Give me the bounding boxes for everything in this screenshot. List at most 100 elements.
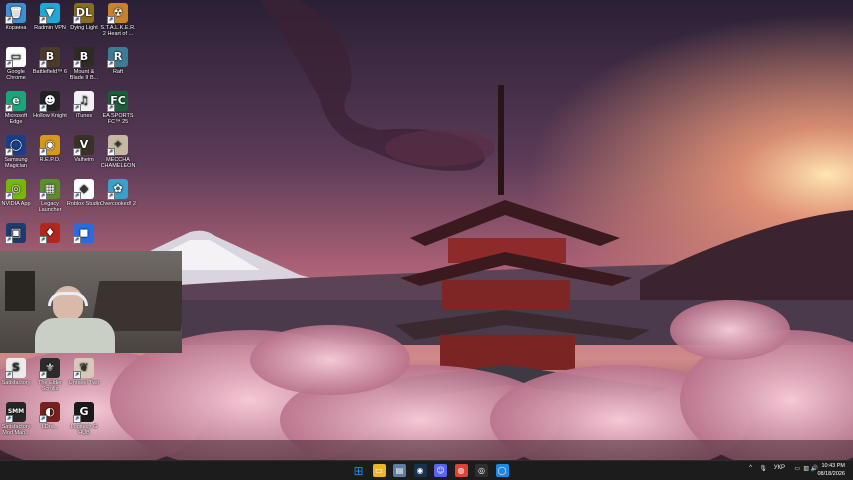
desktop-icon-label: S.T.A.L.K.E.R. 2 Heart of ... [100,25,136,37]
desktop-icon-label: NVIDIA App [1,201,31,207]
samsung-magician-icon: ◯ ↗ [5,135,26,156]
desktop-icon[interactable]: ✿ ↗ Overcooked! 2 [100,179,136,207]
desktop-icon-label: The Elder Scrolls [38,380,62,392]
network-icon[interactable]: ▥ [803,465,809,472]
desktop-icon[interactable]: ❦ ↗ Unravel Two [66,358,102,386]
desktop-icon-label: Satisfactory Mod Man... [1,424,31,436]
desktop-icon-label: Roblox Studio [66,201,102,207]
desktop-icon-label: Legacy Launcher [38,201,62,213]
desktop-icon[interactable]: ♫ ↗ iTunes [66,91,102,119]
desktop-icon-label: Google Chrome [6,69,26,81]
mount-blade-icon: B ↗ [73,47,94,68]
edge-icon: e ↗ [5,91,26,112]
desktop-icon[interactable]: ▣ ↗ [0,223,34,245]
tray-overflow-chevron[interactable]: ^ [749,465,752,471]
folder-icon: ▭ [375,466,383,475]
desktop-icon[interactable]: ◉ ↗ R.E.P.O. [32,135,68,163]
overcooked-icon: ✿ ↗ [107,179,128,200]
desktop-icon[interactable]: ▼ ↗ Radmin VPN [32,3,68,31]
shortcut-arrow-icon: ↗ [39,104,47,112]
microphone-icon[interactable]: 🎙 [759,465,767,472]
file-explorer-button[interactable]: ▭ [372,464,386,477]
legacy-launcher-icon: ▦ ↗ [39,179,60,200]
steam-button[interactable]: ◉ [413,464,427,477]
shortcut-arrow-icon: ↗ [107,60,115,68]
notepad-button[interactable]: ▤ [393,464,406,477]
satisfactory-icon: S ↗ [5,358,26,379]
notepad-icon: ▤ [395,466,404,475]
desktop-icon[interactable]: ◐ ↗ LDra... [32,402,68,430]
desktop-icon-label: MECCHA CHAMELEON [100,157,136,169]
desktop-icon-label: R.E.P.O. [39,157,61,163]
shortcut-arrow-icon: ↗ [39,371,47,379]
desktop-icon-label: Overcooked! 2 [100,201,136,207]
nvidia-icon: ◎ ↗ [5,179,26,200]
unravel-two-icon: ❦ ↗ [73,358,94,379]
meccha-chameleon-icon: ✦ ↗ [107,135,128,156]
desktop-icon[interactable]: ✦ ↗ MECCHA CHAMELEON [100,135,136,169]
clock[interactable]: 10:43 PM 08/18/2026 [817,463,845,478]
desktop-icon[interactable]: S ↗ Satisfactory [0,358,34,386]
desktop-icon[interactable]: ▦ ↗ Legacy Launcher [32,179,68,213]
desktop-icon[interactable]: e ↗ Microsoft Edge [0,91,34,125]
desktop-icon[interactable]: ◼ ↗ [66,223,102,245]
desktop-icon[interactable]: SMM ↗ Satisfactory Mod Man... [0,402,34,436]
taskbar: ⊞ ▭ ▤ ◉ ☺ ◍ ◎ ◯ ^ 🎙 УКР ▭ ▥ 🔊 10:43 PM 08/18/20… [0,460,853,480]
desktop-icon[interactable]: ◎ ↗ NVIDIA App [0,179,34,207]
desktop-icon[interactable]: ☻ ↗ Hollow Knight [32,91,68,119]
raft-icon: R ↗ [107,47,128,68]
monitor-app-icon: ▣ ↗ [5,223,26,244]
shelf [5,271,35,311]
desktop-icon-label: Samsung Magician [4,157,28,169]
desktop-icon[interactable]: ◯ ↗ Samsung Magician [0,135,34,169]
shortcut-arrow-icon: ↗ [5,415,13,423]
shortcut-arrow-icon: ↗ [5,371,13,379]
browser-badge-button[interactable]: ◯ [495,464,509,477]
repo-icon: ◉ ↗ [39,135,60,156]
steam-icon: ◉ [416,466,424,475]
shortcut-arrow-icon: ↗ [73,192,81,200]
stalker-icon: ☢ ↗ [107,3,128,24]
webcam-overlay [0,251,182,353]
dying-light-icon: DL ↗ [73,3,94,24]
shortcut-arrow-icon: ↗ [5,16,13,24]
desktop-icon[interactable]: DL ↗ Dying Light [66,3,102,31]
desktop-icon[interactable]: ☢ ↗ S.T.A.L.K.E.R. 2 Heart of ... [100,3,136,37]
shield-game-icon: ♦ ↗ [39,223,60,244]
shortcut-arrow-icon: ↗ [73,60,81,68]
shortcut-arrow-icon: ↗ [5,148,13,156]
shortcut-arrow-icon: ↗ [73,16,81,24]
display-icon[interactable]: ▭ [794,465,800,472]
desktop-icon[interactable]: B ↗ Battlefield™ 6 [32,47,68,75]
desktop-icon-label: Raft [112,69,124,75]
shortcut-arrow-icon: ↗ [5,60,13,68]
desktop-icon[interactable]: ⚜ ↗ The Elder Scrolls [32,358,68,392]
discord-button[interactable]: ☺ [434,464,447,477]
desktop-icon[interactable]: ♦ ↗ [32,223,68,245]
desktop-icon[interactable]: G ↗ Logitech G HUB [66,402,102,436]
roblox-icon: ◼ ↗ [73,223,94,244]
desktop-icon[interactable]: R ↗ Raft [100,47,136,75]
desktop-icon[interactable]: ◆ ↗ Roblox Studio [66,179,102,207]
valheim-icon: V ↗ [73,135,94,156]
shortcut-arrow-icon: ↗ [39,192,47,200]
chrome-button[interactable]: ◍ [454,464,468,477]
desktop-icon[interactable]: V ↗ Valheim [66,135,102,163]
battlefield-icon: B ↗ [39,47,60,68]
shortcut-arrow-icon: ↗ [39,60,47,68]
desktop-icon[interactable]: ▭ ↗ Google Chrome [0,47,34,81]
ldra-icon: ◐ ↗ [39,402,60,423]
itunes-icon: ♫ ↗ [73,91,94,112]
obs-button[interactable]: ◎ [475,464,488,477]
desktop-icon[interactable]: FC ↗ EA SPORTS FC™ 25 [100,91,136,125]
shortcut-arrow-icon: ↗ [73,371,81,379]
desktop-icon[interactable]: B ↗ Mount & Blade II B... [66,47,102,81]
clock-date: 08/18/2026 [817,470,845,477]
language-indicator[interactable]: УКР [774,465,785,471]
desktop-icon[interactable]: 🗑 ↗ Корзина [0,3,34,31]
start-button[interactable]: ⊞ [352,464,365,478]
elder-scrolls-icon: ⚜ ↗ [39,358,60,379]
shortcut-arrow-icon: ↗ [39,415,47,423]
logitech-ghub-icon: G ↗ [73,402,94,423]
clock-time: 10:43 PM [821,463,845,469]
